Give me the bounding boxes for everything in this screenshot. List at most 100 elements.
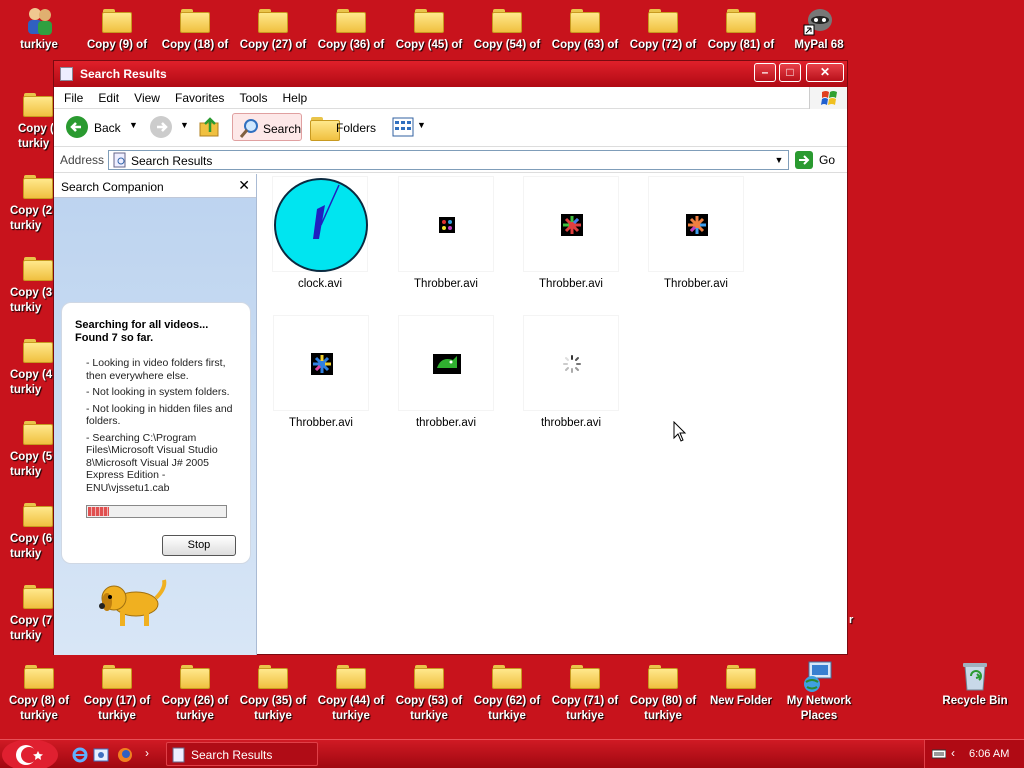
search-dog-icon[interactable] (94, 570, 168, 630)
search-button[interactable]: Search (232, 113, 302, 141)
result-item-clock[interactable]: clock.avi (272, 176, 368, 290)
desktop-icon-label: Copy (3 (10, 287, 53, 299)
desktop-icon-copy-44[interactable]: Copy (44) of turkiye (312, 656, 390, 722)
desktop-icon-copy-72[interactable]: Copy (72) of (624, 0, 702, 60)
desktop-icon-left-4[interactable]: Copy (4 turkiy (0, 330, 55, 396)
menu-tools[interactable]: Tools (233, 87, 273, 105)
desktop-icon-copy-17[interactable]: Copy (17) of turkiye (78, 656, 156, 722)
start-button[interactable] (0, 739, 60, 768)
stop-button[interactable]: Stop (162, 535, 236, 556)
menu-file[interactable]: File (58, 87, 89, 105)
tray-expand-icon[interactable]: ‹ (951, 746, 955, 760)
folder-icon (22, 88, 54, 120)
desktop-icon-copy-54[interactable]: Copy (54) of (468, 0, 546, 60)
back-button[interactable]: Back ▼ (62, 115, 142, 141)
desktop-icon-copy-8[interactable]: Copy (8) of turkiye (0, 656, 78, 722)
desktop-icon-copy-63[interactable]: Copy (63) of (546, 0, 624, 60)
desktop-icon-label: turkiye (98, 710, 136, 722)
close-companion-icon[interactable]: ✕ (238, 177, 250, 194)
desktop-icon-label: Copy (80) of (629, 695, 697, 707)
result-item-throbber-6[interactable]: throbber.avi (523, 315, 619, 429)
quicklaunch-ie-icon[interactable] (72, 747, 88, 766)
desktop-icon-copy-62[interactable]: Copy (62) of turkiye (468, 656, 546, 722)
desktop-icon-left-2[interactable]: Copy (2 turkiy (0, 166, 55, 232)
desktop-icon-copy-53[interactable]: Copy (53) of turkiye (390, 656, 468, 722)
desktop-icon-recycle-bin[interactable]: Recycle Bin (936, 656, 1014, 716)
keyboard-icon[interactable] (931, 749, 947, 762)
result-item-throbber-3[interactable]: Throbber.avi (648, 176, 744, 290)
folder-icon (257, 4, 289, 36)
quicklaunch-more-icon[interactable]: › (145, 746, 149, 760)
forward-button[interactable]: ▼ (148, 115, 189, 141)
desktop-icon-copy-9[interactable]: Copy (9) of (78, 0, 156, 60)
desktop-icon-copy-35[interactable]: Copy (35) of turkiye (234, 656, 312, 722)
forward-dropdown-icon[interactable]: ▼ (180, 120, 189, 130)
desktop-icon-label: turkiy (10, 548, 42, 560)
desktop-icon-copy-27[interactable]: Copy (27) of (234, 0, 312, 60)
result-item-throbber-2[interactable]: Throbber.avi (523, 176, 619, 290)
magnifier-icon (239, 119, 258, 138)
menu-edit[interactable]: Edit (92, 87, 125, 105)
desktop-icon-left-7[interactable]: Copy (7 turkiy (0, 576, 55, 642)
folder-icon (491, 4, 523, 36)
clock[interactable]: 6:06 AM (969, 748, 1009, 760)
desktop-icon-label: Copy (7 (10, 615, 53, 627)
address-dropdown-icon[interactable]: ▼ (772, 153, 786, 167)
up-folder-button[interactable] (198, 115, 224, 141)
desktop-icon-label: Copy (26) of (161, 695, 229, 707)
desktop-partial-label: r (849, 614, 854, 626)
desktop-icon-copy-36[interactable]: Copy (36) of (312, 0, 390, 60)
quicklaunch-explorer-icon[interactable] (93, 747, 109, 766)
address-field[interactable]: Search Results ▼ (108, 150, 789, 170)
folder-icon (101, 4, 133, 36)
folders-button[interactable]: Folders (308, 115, 384, 141)
desktop-icon-mypal[interactable]: MyPal 68 (780, 0, 858, 60)
desktop-icon-label: Copy (5 (10, 451, 53, 463)
folder-icon (647, 4, 679, 36)
desktop-icon-copy-81[interactable]: Copy (81) of (702, 0, 780, 60)
views-button[interactable]: ▼ (392, 115, 426, 141)
go-button[interactable]: Go (795, 150, 841, 170)
taskbar-item-search-results[interactable]: Search Results (166, 742, 318, 766)
result-name: Throbber.avi (414, 278, 478, 290)
throbber-thumbnail-icon (686, 214, 708, 236)
desktop-icon-copy-18[interactable]: Copy (18) of (156, 0, 234, 60)
result-item-throbber-1[interactable]: Throbber.avi (398, 176, 494, 290)
maximize-button[interactable]: □ (779, 63, 801, 82)
desktop-icon-new-folder[interactable]: New Folder (702, 656, 780, 716)
folder-icon (413, 660, 445, 692)
menu-help[interactable]: Help (277, 87, 314, 105)
close-button[interactable]: ✕ (806, 63, 844, 82)
desktop-icon-label: Copy ( (18, 123, 54, 135)
desktop-icon-left-6[interactable]: Copy (6 turkiy (0, 494, 55, 560)
up-folder-icon (199, 117, 219, 137)
desktop-icon-copy-80[interactable]: Copy (80) of turkiye (624, 656, 702, 722)
desktop-icon-copy-26[interactable]: Copy (26) of turkiye (156, 656, 234, 722)
window-titlebar[interactable]: Search Results – □ ✕ (54, 61, 847, 87)
folder-icon (413, 4, 445, 36)
search-results-icon (113, 152, 126, 168)
result-item-throbber-5[interactable]: throbber.avi (398, 315, 494, 429)
back-dropdown-icon[interactable]: ▼ (129, 120, 138, 130)
desktop-icon-label: turkiye (254, 710, 292, 722)
menu-view[interactable]: View (128, 87, 166, 105)
folder-icon (725, 660, 757, 692)
quicklaunch-firefox-icon[interactable] (117, 747, 133, 766)
desktop-icon-label: Copy (54) of (473, 39, 541, 51)
search-progress-fill (88, 507, 109, 516)
desktop-icon-label: Copy (53) of (395, 695, 463, 707)
menu-favorites[interactable]: Favorites (169, 87, 230, 105)
result-item-throbber-4[interactable]: Throbber.avi (273, 315, 369, 429)
desktop-icon-label: turkiye (488, 710, 526, 722)
desktop-icon-turkiye[interactable]: turkiye (0, 0, 78, 60)
desktop-icon-network-places[interactable]: My Network Places (780, 656, 858, 722)
desktop-icon-copy-71[interactable]: Copy (71) of turkiye (546, 656, 624, 722)
desktop-icon-left-3[interactable]: Copy (3 turkiy (0, 248, 55, 314)
minimize-button[interactable]: – (754, 63, 776, 82)
clock-thumbnail-icon (274, 178, 368, 272)
desktop-icon-left-1[interactable]: Copy (turkiy (0, 84, 55, 150)
search-results-window[interactable]: Search Results – □ ✕ File Edit View Favo… (53, 60, 848, 655)
desktop-icon-copy-45[interactable]: Copy (45) of (390, 0, 468, 60)
desktop-icon-label: Copy (9) of (86, 39, 148, 51)
desktop-icon-left-5[interactable]: Copy (5 turkiy (0, 412, 55, 478)
